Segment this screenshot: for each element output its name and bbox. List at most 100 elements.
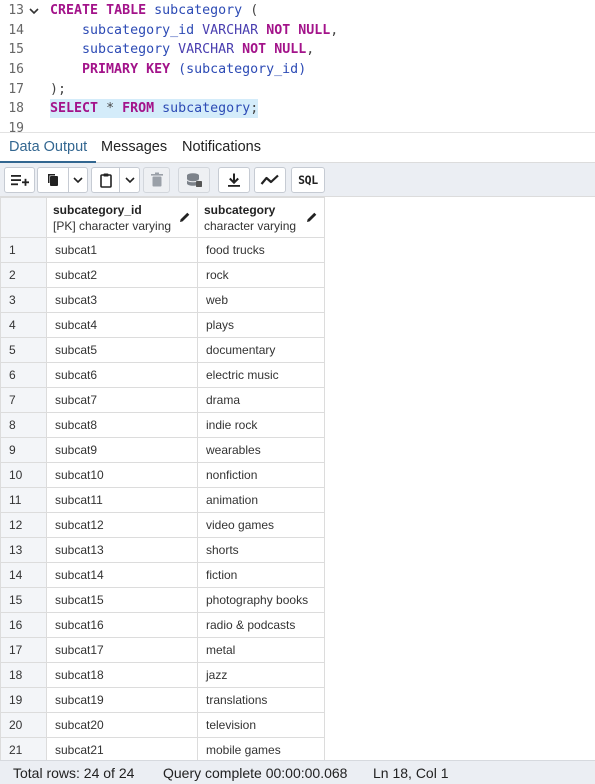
subcategory-id-cell[interactable]: subcat10 <box>46 462 198 488</box>
subcategory-cell[interactable]: metal <box>197 637 325 663</box>
table-row[interactable]: 7 subcat7 drama <box>0 387 325 413</box>
row-number-cell[interactable]: 10 <box>0 462 47 488</box>
table-row[interactable]: 6 subcat6 electric music <box>0 362 325 388</box>
row-number-cell[interactable]: 13 <box>0 537 47 563</box>
table-row[interactable]: 11 subcat11 animation <box>0 487 325 513</box>
table-row[interactable]: 19 subcat19 translations <box>0 687 325 713</box>
table-row[interactable]: 20 subcat20 television <box>0 712 325 738</box>
row-number-cell[interactable]: 20 <box>0 712 47 738</box>
paste-button[interactable] <box>91 167 119 193</box>
results-grid[interactable]: subcategory_id [PK] character varying su… <box>0 197 595 760</box>
row-number-cell[interactable]: 21 <box>0 737 47 760</box>
subcategory-cell[interactable]: nonfiction <box>197 462 325 488</box>
table-row[interactable]: 10 subcat10 nonfiction <box>0 462 325 488</box>
sql-editor[interactable]: 13 CREATE TABLE subcategory ( 14 subcate… <box>0 0 595 132</box>
pencil-icon[interactable] <box>179 211 191 223</box>
row-number-cell[interactable]: 7 <box>0 387 47 413</box>
subcategory-cell[interactable]: mobile games <box>197 737 325 760</box>
subcategory-cell[interactable]: video games <box>197 512 325 538</box>
subcategory-id-cell[interactable]: subcat2 <box>46 262 198 288</box>
tab-messages[interactable]: Messages <box>92 133 176 163</box>
row-number-cell[interactable]: 1 <box>0 237 47 263</box>
table-row[interactable]: 8 subcat8 indie rock <box>0 412 325 438</box>
table-row[interactable]: 2 subcat2 rock <box>0 262 325 288</box>
table-row[interactable]: 18 subcat18 jazz <box>0 662 325 688</box>
copy-options-button[interactable] <box>68 167 88 193</box>
tab-notifications[interactable]: Notifications <box>173 133 270 163</box>
table-row[interactable]: 13 subcat13 shorts <box>0 537 325 563</box>
subcategory-id-cell[interactable]: subcat18 <box>46 662 198 688</box>
row-number-cell[interactable]: 11 <box>0 487 47 513</box>
subcategory-cell[interactable]: photography books <box>197 587 325 613</box>
row-number-cell[interactable]: 18 <box>0 662 47 688</box>
table-row[interactable]: 16 subcat16 radio & podcasts <box>0 612 325 638</box>
subcategory-cell[interactable]: indie rock <box>197 412 325 438</box>
paste-options-button[interactable] <box>119 167 140 193</box>
tab-data-output[interactable]: Data Output <box>0 133 97 163</box>
row-number-cell[interactable]: 16 <box>0 612 47 638</box>
subcategory-cell[interactable]: wearables <box>197 437 325 463</box>
subcategory-cell[interactable]: radio & podcasts <box>197 612 325 638</box>
subcategory-id-cell[interactable]: subcat9 <box>46 437 198 463</box>
row-number-cell[interactable]: 6 <box>0 362 47 388</box>
subcategory-id-cell[interactable]: subcat20 <box>46 712 198 738</box>
row-number-cell[interactable]: 9 <box>0 437 47 463</box>
subcategory-cell[interactable]: shorts <box>197 537 325 563</box>
subcategory-id-cell[interactable]: subcat5 <box>46 337 198 363</box>
row-number-header[interactable] <box>0 197 47 238</box>
subcategory-cell[interactable]: jazz <box>197 662 325 688</box>
row-number-cell[interactable]: 4 <box>0 312 47 338</box>
row-number-cell[interactable]: 15 <box>0 587 47 613</box>
subcategory-id-cell[interactable]: subcat19 <box>46 687 198 713</box>
copy-button[interactable] <box>37 167 68 193</box>
subcategory-cell[interactable]: documentary <box>197 337 325 363</box>
subcategory-cell[interactable]: food trucks <box>197 237 325 263</box>
column-header-subcategory[interactable]: subcategory character varying <box>197 197 325 238</box>
table-row[interactable]: 12 subcat12 video games <box>0 512 325 538</box>
subcategory-id-cell[interactable]: subcat14 <box>46 562 198 588</box>
table-row[interactable]: 3 subcat3 web <box>0 287 325 313</box>
row-number-cell[interactable]: 19 <box>0 687 47 713</box>
row-number-cell[interactable]: 12 <box>0 512 47 538</box>
table-row[interactable]: 9 subcat9 wearables <box>0 437 325 463</box>
subcategory-cell[interactable]: drama <box>197 387 325 413</box>
subcategory-cell[interactable]: plays <box>197 312 325 338</box>
subcategory-id-cell[interactable]: subcat7 <box>46 387 198 413</box>
column-header-subcategory-id[interactable]: subcategory_id [PK] character varying <box>46 197 198 238</box>
subcategory-id-cell[interactable]: subcat3 <box>46 287 198 313</box>
row-number-cell[interactable]: 3 <box>0 287 47 313</box>
subcategory-id-cell[interactable]: subcat1 <box>46 237 198 263</box>
subcategory-id-cell[interactable]: subcat12 <box>46 512 198 538</box>
subcategory-cell[interactable]: translations <box>197 687 325 713</box>
subcategory-id-cell[interactable]: subcat8 <box>46 412 198 438</box>
subcategory-id-cell[interactable]: subcat16 <box>46 612 198 638</box>
row-number-cell[interactable]: 5 <box>0 337 47 363</box>
fold-chevron-icon[interactable] <box>29 6 39 16</box>
table-row[interactable]: 1 subcat1 food trucks <box>0 237 325 263</box>
table-row[interactable]: 4 subcat4 plays <box>0 312 325 338</box>
table-row[interactable]: 5 subcat5 documentary <box>0 337 325 363</box>
sql-button[interactable]: SQL <box>291 167 325 193</box>
subcategory-id-cell[interactable]: subcat15 <box>46 587 198 613</box>
subcategory-id-cell[interactable]: subcat11 <box>46 487 198 513</box>
subcategory-cell[interactable]: rock <box>197 262 325 288</box>
subcategory-id-cell[interactable]: subcat4 <box>46 312 198 338</box>
row-number-cell[interactable]: 2 <box>0 262 47 288</box>
download-button[interactable] <box>218 167 250 193</box>
table-row[interactable]: 15 subcat15 photography books <box>0 587 325 613</box>
subcategory-id-cell[interactable]: subcat21 <box>46 737 198 760</box>
row-number-cell[interactable]: 8 <box>0 412 47 438</box>
row-number-cell[interactable]: 17 <box>0 637 47 663</box>
subcategory-cell[interactable]: animation <box>197 487 325 513</box>
pencil-icon[interactable] <box>306 211 318 223</box>
delete-button[interactable] <box>143 167 170 193</box>
subcategory-id-cell[interactable]: subcat17 <box>46 637 198 663</box>
table-row[interactable]: 14 subcat14 fiction <box>0 562 325 588</box>
table-row[interactable]: 17 subcat17 metal <box>0 637 325 663</box>
subcategory-cell[interactable]: web <box>197 287 325 313</box>
add-row-button[interactable] <box>4 167 35 193</box>
subcategory-id-cell[interactable]: subcat13 <box>46 537 198 563</box>
graph-visualiser-button[interactable] <box>254 167 286 193</box>
subcategory-cell[interactable]: electric music <box>197 362 325 388</box>
save-data-button[interactable] <box>178 167 210 193</box>
